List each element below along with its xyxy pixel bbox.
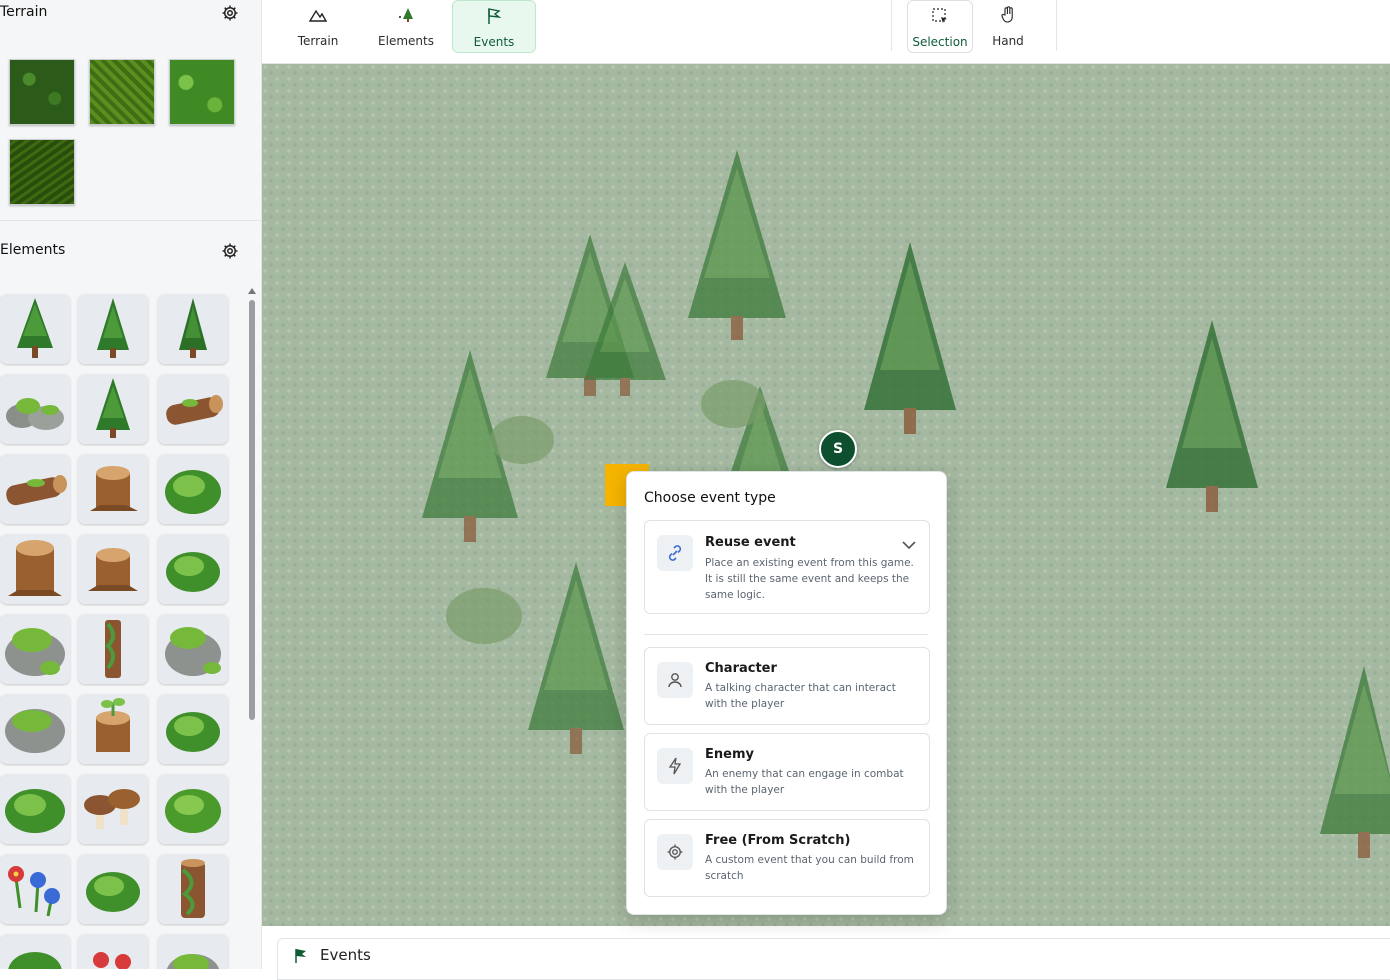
tool-selection[interactable]: Selection xyxy=(907,0,973,53)
option-free-from-scratch[interactable]: Free (From Scratch) A custom event that … xyxy=(644,819,930,897)
chevron-down-icon[interactable] xyxy=(901,535,917,554)
element-sprouting-stump[interactable] xyxy=(78,694,148,764)
terrain-tile-1[interactable] xyxy=(9,59,75,125)
element-mossy-boulder[interactable] xyxy=(158,934,228,969)
hand-icon xyxy=(1000,4,1016,26)
element-mossy-log[interactable] xyxy=(0,454,70,524)
player-avatar[interactable]: S xyxy=(819,430,857,468)
option-description: Place an existing event from this game. … xyxy=(705,557,914,601)
element-bush[interactable] xyxy=(158,534,228,604)
option-title: Character xyxy=(705,661,777,676)
element-bush[interactable] xyxy=(0,774,70,844)
sidebar: Terrain Elements xyxy=(0,0,262,969)
toolbar-divider xyxy=(1056,0,1057,51)
element-mossy-log[interactable] xyxy=(158,374,228,444)
link-icon xyxy=(657,535,693,571)
element-flowers[interactable] xyxy=(78,934,148,969)
element-tree-stump[interactable] xyxy=(0,534,70,604)
elements-section-title: Elements xyxy=(0,242,66,258)
map-pine-tree[interactable] xyxy=(580,260,670,402)
terrain-tile-3[interactable] xyxy=(169,59,235,125)
mountain-icon xyxy=(309,4,327,26)
element-pine-tree[interactable] xyxy=(158,294,228,364)
sidebar-divider xyxy=(0,220,261,221)
option-description: A custom event that you can build from s… xyxy=(705,854,914,882)
element-bush[interactable] xyxy=(78,854,148,924)
events-bottom-panel[interactable]: Events xyxy=(277,938,1390,980)
element-bush[interactable] xyxy=(158,454,228,524)
element-pine-tree[interactable] xyxy=(78,294,148,364)
element-mossy-boulder[interactable] xyxy=(0,614,70,684)
map-bush[interactable] xyxy=(698,374,768,430)
terrain-section-title: Terrain xyxy=(0,4,48,20)
element-pine-tree[interactable] xyxy=(78,374,148,444)
map-bush[interactable] xyxy=(444,584,524,646)
option-title: Reuse event xyxy=(705,535,796,550)
map-pine-tree[interactable] xyxy=(1162,318,1262,518)
option-title: Enemy xyxy=(705,747,754,762)
element-flowers[interactable] xyxy=(0,854,70,924)
tool-hand[interactable]: Hand xyxy=(978,0,1038,51)
elements-scrollbar[interactable] xyxy=(247,288,257,969)
tool-elements[interactable]: Elements xyxy=(374,0,438,51)
tool-events-label: Events xyxy=(473,35,515,49)
option-character[interactable]: Character A talking character that can i… xyxy=(644,647,930,725)
map-bush[interactable] xyxy=(488,412,556,468)
element-mossy-rocks[interactable] xyxy=(0,374,70,444)
map-pine-tree[interactable] xyxy=(860,240,960,440)
element-vine-log[interactable] xyxy=(158,854,228,924)
tool-elements-label: Elements xyxy=(378,34,434,48)
person-icon xyxy=(657,662,693,698)
tool-events[interactable]: Events xyxy=(452,0,536,53)
toolbar: Terrain Elements Events Selection Hand xyxy=(262,0,1390,64)
option-title: Free (From Scratch) xyxy=(705,833,851,848)
element-bush[interactable] xyxy=(158,694,228,764)
choose-event-type-popup: Choose event type Reuse event Place an e… xyxy=(626,471,947,915)
tool-terrain-label: Terrain xyxy=(297,34,339,48)
element-pine-tree[interactable] xyxy=(0,294,70,364)
elements-grid xyxy=(0,294,240,969)
flag-icon xyxy=(294,948,308,968)
terrain-tile-2[interactable] xyxy=(89,59,155,125)
element-tree-stump[interactable] xyxy=(78,534,148,604)
tool-selection-label: Selection xyxy=(912,35,968,49)
option-description: An enemy that can engage in combat with … xyxy=(705,768,904,796)
tool-hand-label: Hand xyxy=(992,34,1024,48)
map-pine-tree[interactable] xyxy=(1314,664,1390,864)
bottom-panel-label: Events xyxy=(320,946,371,964)
popup-title: Choose event type xyxy=(644,490,776,506)
scroll-up-arrow-icon[interactable] xyxy=(248,288,256,294)
scroll-thumb[interactable] xyxy=(249,300,255,720)
tool-terrain[interactable]: Terrain xyxy=(288,0,348,51)
terrain-tile-4[interactable] xyxy=(9,139,75,205)
lightning-icon xyxy=(657,748,693,784)
option-reuse-event[interactable]: Reuse event Place an existing event from… xyxy=(644,520,930,614)
element-bush[interactable] xyxy=(158,774,228,844)
element-vine-log[interactable] xyxy=(78,614,148,684)
option-description: A talking character that can interact wi… xyxy=(705,682,896,710)
element-mushrooms[interactable] xyxy=(78,774,148,844)
tree-icon xyxy=(397,4,415,26)
elements-section-header: Elements xyxy=(0,238,261,266)
toolbar-divider xyxy=(891,0,892,51)
element-mossy-boulder[interactable] xyxy=(0,694,70,764)
element-mossy-boulder[interactable] xyxy=(158,614,228,684)
selection-icon xyxy=(931,5,949,27)
map-pine-tree[interactable] xyxy=(524,560,628,760)
flag-icon xyxy=(486,5,502,27)
map-pine-tree[interactable] xyxy=(682,148,792,348)
element-bush[interactable] xyxy=(0,934,70,969)
element-tree-stump[interactable] xyxy=(78,454,148,524)
terrain-settings-gear-icon[interactable] xyxy=(221,4,239,22)
elements-settings-gear-icon[interactable] xyxy=(221,242,239,260)
terrain-section-header: Terrain xyxy=(0,0,261,28)
option-enemy[interactable]: Enemy An enemy that can engage in combat… xyxy=(644,733,930,811)
gear-icon xyxy=(657,834,693,870)
popup-divider xyxy=(644,634,928,635)
